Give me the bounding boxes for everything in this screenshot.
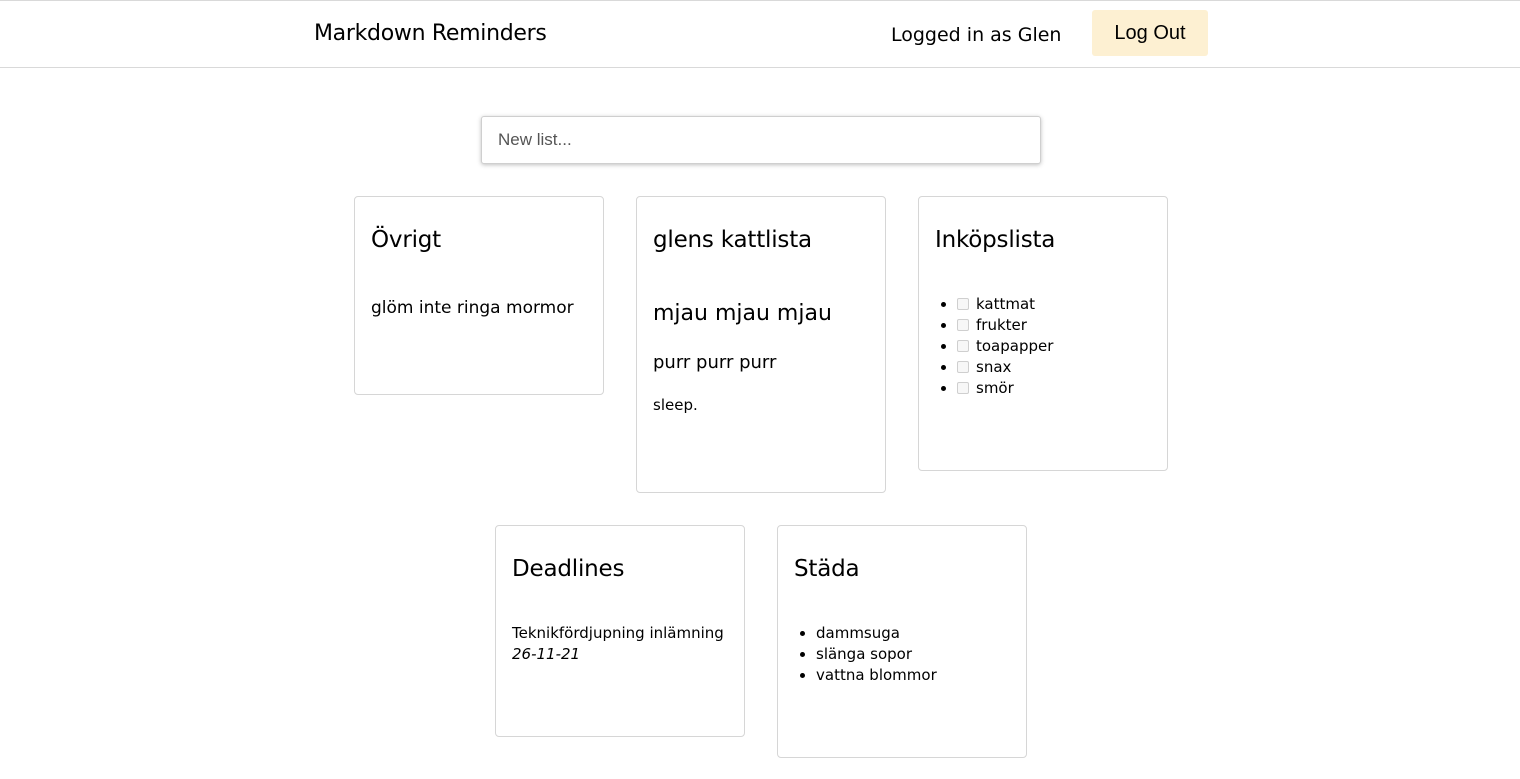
list-card-deadlines[interactable]: Deadlines Teknikfördjupning inlämning 26… [495,525,745,737]
list-card-kattlista[interactable]: glens kattlista mjau mjau mjau purr purr… [636,196,886,493]
list-title: Deadlines [512,556,625,582]
list-title: Inköpslista [935,227,1056,253]
item-checkbox[interactable] [957,340,969,352]
list-subheading: purr purr purr [653,352,777,373]
list-item: kattmat [957,294,1157,315]
list-title: Övrigt [371,227,441,253]
item-label: smör [976,379,1014,397]
item-label: snax [976,358,1012,376]
list-item: vattna blommor [816,665,1016,686]
list-card-inkopslista[interactable]: Inköpslista kattmat frukter toapapper sn… [918,196,1168,471]
list-text: glöm inte ringa mormor [371,298,574,318]
item-checkbox[interactable] [957,361,969,373]
list-item: slänga sopor [816,644,1016,665]
list-heading: mjau mjau mjau [653,301,832,326]
list-item: frukter [957,315,1157,336]
list-item: dammsuga [816,623,1016,644]
list-text: sleep. [653,396,698,414]
logged-in-status: Logged in as Glen [891,24,1062,46]
logout-button[interactable]: Log Out [1092,10,1208,56]
bullet-list: dammsuga slänga sopor vattna blommor [794,623,1016,686]
list-title: Städa [794,556,860,582]
list-card-ovrigt[interactable]: Övrigt glöm inte ringa mormor [354,196,604,395]
list-item: smör [957,378,1157,399]
top-bar: Markdown Reminders Logged in as Glen Log… [0,0,1520,68]
list-item: snax [957,357,1157,378]
list-item: toapapper [957,336,1157,357]
list-title: glens kattlista [653,227,812,253]
deadline-date: 26-11-21 [512,645,581,663]
item-checkbox[interactable] [957,382,969,394]
item-label: kattmat [976,295,1036,313]
item-checkbox[interactable] [957,298,969,310]
item-label: frukter [976,316,1027,334]
list-text: Teknikfördjupning inlämning 26-11-21 [512,623,734,665]
deadline-description: Teknikfördjupning inlämning [512,624,724,642]
item-label: toapapper [976,337,1054,355]
item-checkbox[interactable] [957,319,969,331]
list-card-stada[interactable]: Städa dammsuga slänga sopor vattna blomm… [777,525,1027,758]
app-title: Markdown Reminders [314,21,547,46]
checklist: kattmat frukter toapapper snax smör [935,294,1157,399]
new-list-input[interactable] [481,116,1041,164]
